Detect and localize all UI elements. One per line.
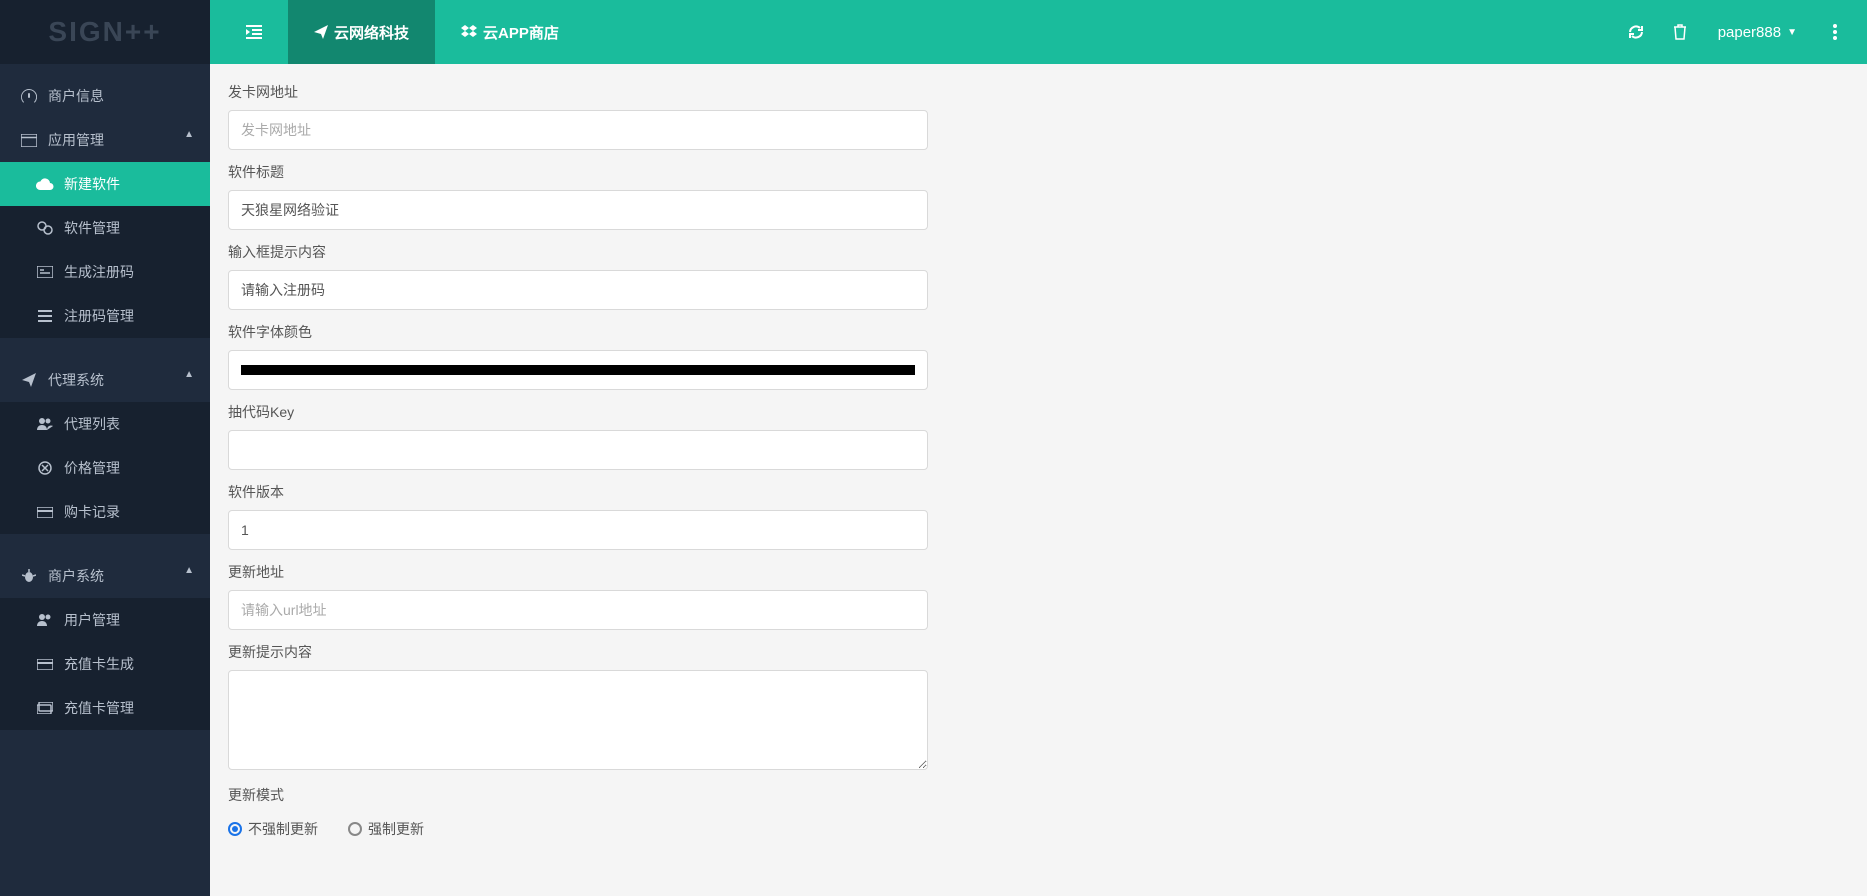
nav-sub-agent: 代理列表 价格管理 购卡记录 bbox=[0, 402, 210, 534]
sidebar: SIGN++ 商户信息 应用管理 ▲ 新建软件 软件管理 bbox=[0, 0, 210, 896]
update-mode-radios: 不强制更新 强制更新 bbox=[228, 813, 928, 839]
key-label: 抽代码Key bbox=[228, 402, 928, 422]
radio-label: 不强制更新 bbox=[248, 819, 318, 839]
list-icon bbox=[34, 310, 56, 322]
creditcard-icon bbox=[34, 659, 56, 670]
nav-label: 注册码管理 bbox=[64, 306, 134, 326]
user-menu[interactable]: paper888 ▼ bbox=[1702, 24, 1813, 41]
nav-label: 商户系统 bbox=[48, 566, 104, 586]
trash-button[interactable] bbox=[1658, 0, 1702, 64]
nav-label: 代理系统 bbox=[48, 370, 104, 390]
update-msg-textarea[interactable] bbox=[228, 670, 928, 770]
nav-merchant-system[interactable]: 商户系统 ▲ bbox=[0, 554, 210, 598]
update-url-input[interactable] bbox=[228, 590, 928, 630]
top-nav-label: 云APP商店 bbox=[483, 22, 559, 43]
nav-agent-system[interactable]: 代理系统 ▲ bbox=[0, 358, 210, 402]
gears-icon bbox=[34, 221, 56, 235]
nav-label: 应用管理 bbox=[48, 130, 104, 150]
nav-label: 价格管理 bbox=[64, 458, 120, 478]
plane-icon bbox=[314, 25, 328, 39]
card-url-input[interactable] bbox=[228, 110, 928, 150]
nav-software-manage[interactable]: 软件管理 bbox=[0, 206, 210, 250]
users-icon bbox=[34, 418, 56, 430]
dropbox-icon bbox=[461, 25, 477, 39]
nav-merchant-info[interactable]: 商户信息 bbox=[0, 74, 210, 118]
nav-label: 充值卡生成 bbox=[64, 654, 134, 674]
color-swatch bbox=[241, 365, 915, 375]
radio-no-force[interactable]: 不强制更新 bbox=[228, 819, 318, 839]
key-input[interactable] bbox=[228, 430, 928, 470]
top-nav-label: 云网络科技 bbox=[334, 22, 409, 43]
radio-icon bbox=[228, 822, 242, 836]
users-icon bbox=[34, 614, 56, 626]
chevron-up-icon: ▲ bbox=[184, 369, 194, 380]
card-icon bbox=[34, 266, 56, 278]
nav-gen-regcode[interactable]: 生成注册码 bbox=[0, 250, 210, 294]
nav-agent-list[interactable]: 代理列表 bbox=[0, 402, 210, 446]
cards-icon bbox=[34, 702, 56, 714]
nav: 商户信息 应用管理 ▲ 新建软件 软件管理 生成注册码 bbox=[0, 64, 210, 896]
chevron-up-icon: ▲ bbox=[184, 129, 194, 140]
creditcard-icon bbox=[34, 507, 56, 518]
indent-icon bbox=[246, 25, 262, 39]
nav-app-manage[interactable]: 应用管理 ▲ bbox=[0, 118, 210, 162]
nav-label: 用户管理 bbox=[64, 610, 120, 630]
color-label: 软件字体颜色 bbox=[228, 322, 928, 342]
version-input[interactable] bbox=[228, 510, 928, 550]
logo: SIGN++ bbox=[0, 0, 210, 64]
nav-label: 代理列表 bbox=[64, 414, 120, 434]
version-label: 软件版本 bbox=[228, 482, 928, 502]
nav-label: 商户信息 bbox=[48, 86, 104, 106]
main: 云网络科技 云APP商店 paper888 ▼ 发卡 bbox=[210, 0, 1867, 896]
title-input[interactable] bbox=[228, 190, 928, 230]
nav-user-manage[interactable]: 用户管理 bbox=[0, 598, 210, 642]
nav-label: 新建软件 bbox=[64, 174, 120, 194]
update-msg-label: 更新提示内容 bbox=[228, 642, 928, 662]
hint-label: 输入框提示内容 bbox=[228, 242, 928, 262]
chevron-down-icon: ▼ bbox=[1787, 27, 1797, 38]
nav-new-software[interactable]: 新建软件 bbox=[0, 162, 210, 206]
top-nav-cloud-tech[interactable]: 云网络科技 bbox=[288, 0, 435, 64]
cloud-icon bbox=[34, 178, 56, 190]
bug-icon bbox=[18, 569, 40, 583]
nav-sub-merchant: 用户管理 充值卡生成 充值卡管理 bbox=[0, 598, 210, 730]
update-mode-label: 更新模式 bbox=[228, 785, 928, 805]
radio-force[interactable]: 强制更新 bbox=[348, 819, 424, 839]
nav-recharge-manage[interactable]: 充值卡管理 bbox=[0, 686, 210, 730]
update-url-label: 更新地址 bbox=[228, 562, 928, 582]
tag-icon bbox=[34, 461, 56, 475]
refresh-icon bbox=[1628, 24, 1644, 40]
window-icon bbox=[18, 134, 40, 147]
content: 发卡网地址 软件标题 输入框提示内容 软件字体颜色 抽代码Key bbox=[210, 64, 1867, 896]
chevron-up-icon: ▲ bbox=[184, 565, 194, 576]
dashboard-icon bbox=[18, 89, 40, 103]
nav-sub-app: 新建软件 软件管理 生成注册码 注册码管理 bbox=[0, 162, 210, 338]
nav-label: 购卡记录 bbox=[64, 502, 120, 522]
title-label: 软件标题 bbox=[228, 162, 928, 182]
top-nav-app-store[interactable]: 云APP商店 bbox=[435, 0, 585, 64]
trash-icon bbox=[1673, 24, 1687, 40]
nav-recharge-gen[interactable]: 充值卡生成 bbox=[0, 642, 210, 686]
nav-regcode-manage[interactable]: 注册码管理 bbox=[0, 294, 210, 338]
nav-label: 软件管理 bbox=[64, 218, 120, 238]
more-vert-icon bbox=[1833, 24, 1837, 40]
hint-input[interactable] bbox=[228, 270, 928, 310]
nav-price-manage[interactable]: 价格管理 bbox=[0, 446, 210, 490]
refresh-button[interactable] bbox=[1614, 0, 1658, 64]
radio-icon bbox=[348, 822, 362, 836]
plane-icon bbox=[18, 373, 40, 387]
card-url-label: 发卡网地址 bbox=[228, 82, 928, 102]
more-button[interactable] bbox=[1813, 0, 1857, 64]
username: paper888 bbox=[1718, 24, 1781, 41]
color-input[interactable] bbox=[228, 350, 928, 390]
nav-label: 充值卡管理 bbox=[64, 698, 134, 718]
toggle-sidebar-button[interactable] bbox=[220, 0, 288, 64]
nav-label: 生成注册码 bbox=[64, 262, 134, 282]
nav-purchase-record[interactable]: 购卡记录 bbox=[0, 490, 210, 534]
radio-label: 强制更新 bbox=[368, 819, 424, 839]
topbar: 云网络科技 云APP商店 paper888 ▼ bbox=[210, 0, 1867, 64]
